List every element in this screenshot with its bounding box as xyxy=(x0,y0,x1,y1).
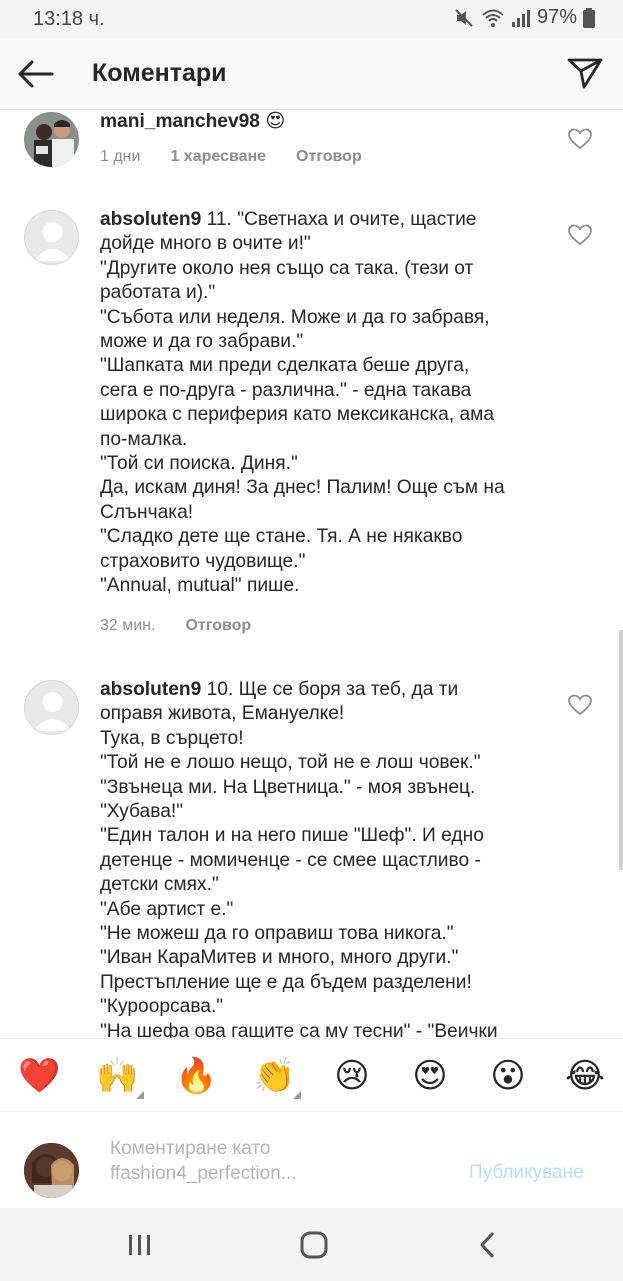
header: Коментари xyxy=(0,38,623,110)
raising-hands-emoji[interactable]: 🙌 xyxy=(96,1055,144,1099)
clapping-hands-emoji[interactable]: 👏 xyxy=(253,1055,301,1099)
heart-outline-icon xyxy=(568,224,592,246)
comment-line: "Абе артист е." xyxy=(100,898,234,920)
like-comment-button[interactable] xyxy=(568,694,592,716)
comment-line: "Хубава!" xyxy=(100,801,184,823)
comment-line: "Другите около нея също са така. (тези о… xyxy=(100,257,474,279)
comment-line: "Един талон и на него пише "Шеф". И едно xyxy=(100,825,484,847)
comment-text: absoluten9 10. Ще се боря за теб, да ти … xyxy=(100,678,560,1038)
comment-line: може и да го забрави." xyxy=(100,331,304,353)
fire-emoji[interactable]: 🔥 xyxy=(175,1055,217,1097)
comment-line: работата и)." xyxy=(100,282,216,304)
skin-tone-indicator-icon xyxy=(293,1091,301,1099)
comment-line: дойде много в очите и!" xyxy=(100,233,311,255)
comment-line: "Сладко дете ще стане. Тя. А не някакво xyxy=(100,526,463,548)
comment-text: mani_manchev98 😍 xyxy=(100,110,560,134)
home-button[interactable] xyxy=(294,1228,334,1262)
comment-line: широка с периферия като мексиканска, ама xyxy=(100,404,495,426)
comment-line: детенце - момиченце - се смее щастливо - xyxy=(100,849,481,871)
default-avatar-icon xyxy=(33,222,72,261)
comment-line: оправя живота, Емануелке! xyxy=(100,703,345,725)
comment-line: "Шапката ми преди сделката беше друга, xyxy=(100,355,470,377)
send-button[interactable] xyxy=(565,52,605,92)
comment-meta: 1 дни 1 харесване Отговор xyxy=(100,148,392,166)
page-title: Коментари xyxy=(92,59,227,87)
avatar[interactable] xyxy=(24,112,79,167)
comment-username[interactable]: absoluten9 xyxy=(100,679,201,700)
avatar[interactable] xyxy=(24,210,79,265)
emoji-quick-bar: ❤️ 🙌 🔥 👏 😢 😍 😮 😂 xyxy=(0,1038,623,1112)
crying-face-emoji[interactable]: 😢 xyxy=(331,1055,373,1097)
comment-input[interactable]: Коментиране като ffashion4_perfection... xyxy=(110,1136,440,1186)
comment-line: 😍 xyxy=(259,111,286,132)
recent-apps-button[interactable] xyxy=(120,1228,160,1262)
tears-of-joy-emoji[interactable]: 😂 xyxy=(564,1055,606,1097)
mute-icon xyxy=(455,8,473,27)
comment-line: "Той си поиска. Диня." xyxy=(100,453,298,475)
default-avatar-icon xyxy=(33,692,72,731)
comment-username[interactable]: mani_manchev98 xyxy=(100,111,260,132)
input-placeholder: Коментиране като xyxy=(110,1138,271,1159)
comment-line: "Той не е лошо нещо, той не е лош човек.… xyxy=(100,752,481,774)
comment-time: 1 дни xyxy=(100,148,141,165)
status-time: 13:18 ч. xyxy=(33,8,105,30)
arrow-left-icon xyxy=(18,60,54,88)
heart-outline-icon xyxy=(568,694,592,716)
comment-line: Тука, в сърцето! xyxy=(100,727,244,749)
comment-line: "Annual, mutual" пише. xyxy=(100,575,300,597)
comment-line: 10. Ще се боря за теб, да ти xyxy=(201,679,459,700)
wifi-icon xyxy=(482,9,504,27)
surprised-face-emoji[interactable]: 😮 xyxy=(487,1055,529,1097)
comment-time: 32 мин. xyxy=(100,617,156,634)
comment-line: детски смях." xyxy=(100,874,219,896)
comment-line: Да, искам диня! За днес! Палим! Още съм … xyxy=(100,477,505,499)
status-bar: 13:18 ч. 97% xyxy=(0,0,623,38)
comment-line: Престъпление ще е да бъдем разделени! xyxy=(100,971,472,993)
input-placeholder: ffashion4_perfection... xyxy=(110,1163,297,1184)
like-comment-button[interactable] xyxy=(568,128,592,150)
emoji-glyph: 👏 xyxy=(253,1056,296,1096)
reply-button[interactable]: Отговор xyxy=(296,148,362,166)
recents-icon xyxy=(129,1235,150,1255)
comment-composer: Коментиране като ffashion4_perfection...… xyxy=(0,1112,623,1208)
home-icon xyxy=(300,1231,328,1259)
skin-tone-indicator-icon xyxy=(136,1091,144,1099)
red-heart-emoji[interactable]: ❤️ xyxy=(18,1055,60,1097)
back-nav-button[interactable] xyxy=(468,1228,508,1262)
scroll-handle[interactable] xyxy=(619,630,623,870)
comment-line: "Иван КараМитев и много, много други." xyxy=(100,947,459,969)
chevron-left-icon xyxy=(480,1232,494,1258)
publish-button[interactable]: Публикуване xyxy=(469,1162,584,1184)
comments-feed[interactable]: mani_manchev98 😍 1 дни 1 харесване Отгов… xyxy=(0,110,623,1038)
comment-line: "Звънеца ми. На Цветница." - моя звънец. xyxy=(100,776,476,798)
likes-count-link[interactable]: 1 харесване xyxy=(170,148,266,166)
comment-line: сега е по-друга - различна." - една така… xyxy=(100,379,472,401)
comment-line: по-малка. xyxy=(100,428,188,450)
comment-username[interactable]: absoluten9 xyxy=(100,209,201,230)
comment-line: "Не можеш да го оправиш това никога." xyxy=(100,923,454,945)
battery-icon xyxy=(583,7,595,28)
reply-button[interactable]: Отговор xyxy=(185,617,251,635)
comment-line: Слънчака! xyxy=(100,501,194,523)
comment-line: "На шефа ова гащите са му тесни" - "Веич… xyxy=(100,1020,498,1038)
system-nav-bar xyxy=(0,1208,623,1281)
battery-percent: 97% xyxy=(536,6,577,28)
comment-text: absoluten9 11. "Светнаха и очите, щастие… xyxy=(100,208,560,599)
like-comment-button[interactable] xyxy=(568,224,592,246)
heart-outline-icon xyxy=(568,128,592,150)
back-button[interactable] xyxy=(16,54,56,94)
paper-plane-icon xyxy=(567,58,603,89)
emoji-glyph: 🙌 xyxy=(96,1056,139,1096)
comment-line: "Събота или неделя. Може и да го забравя… xyxy=(100,306,490,328)
comment-line: страховито чудовище." xyxy=(100,550,306,572)
avatar xyxy=(24,1143,79,1198)
comment-meta: 32 мин. Отговор xyxy=(100,617,281,635)
heart-eyes-emoji[interactable]: 😍 xyxy=(409,1055,451,1097)
avatar[interactable] xyxy=(24,680,79,735)
comment-line: "Куроорсава." xyxy=(100,996,224,1018)
status-icons: 97% xyxy=(453,6,595,29)
comment-line: 11. "Светнаха и очите, щастие xyxy=(201,209,477,230)
signal-icon xyxy=(511,9,530,27)
